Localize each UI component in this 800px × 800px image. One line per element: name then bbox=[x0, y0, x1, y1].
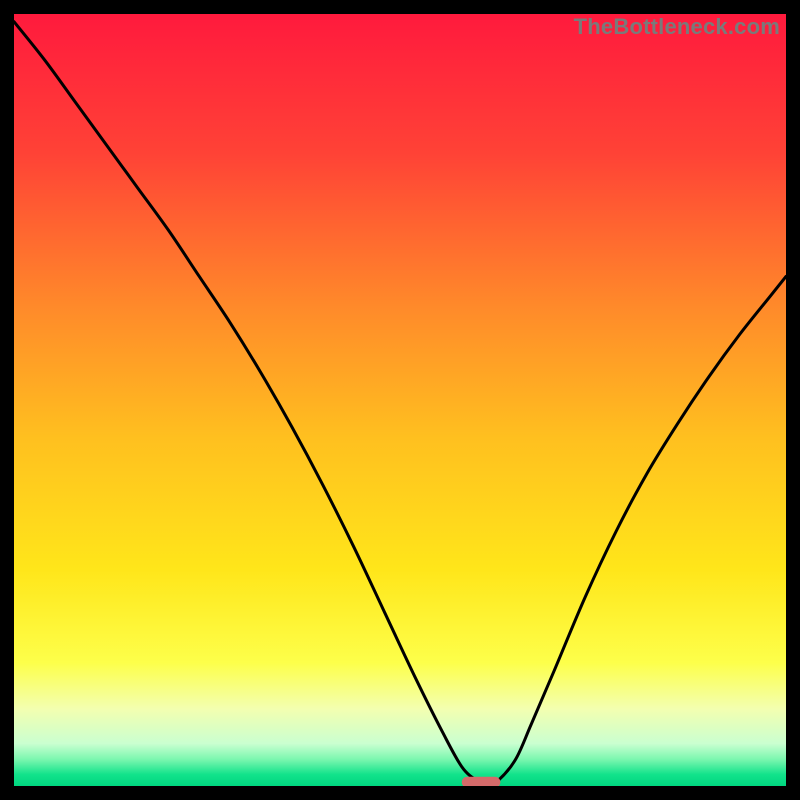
watermark-label: TheBottleneck.com bbox=[574, 14, 780, 40]
gradient-background bbox=[14, 14, 786, 786]
optimal-marker bbox=[462, 777, 501, 786]
bottleneck-chart bbox=[14, 14, 786, 786]
chart-frame: TheBottleneck.com bbox=[14, 14, 786, 786]
